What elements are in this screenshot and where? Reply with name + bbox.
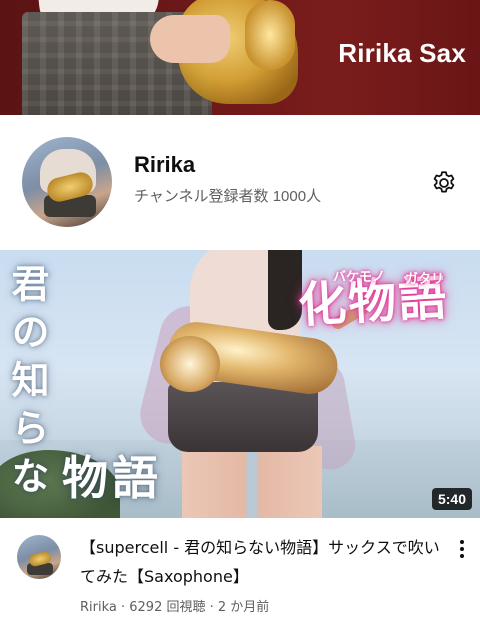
channel-name: Ririka — [134, 152, 196, 177]
channel-header: Ririka チャンネル登録者数 1000人 — [0, 115, 480, 250]
video-title[interactable]: 【supercell - 君の知らない物語】サックスで吹いてみた【Saxopho… — [80, 533, 440, 591]
thumbnail-vertical-title: 君の知らない — [5, 264, 50, 504]
video-subtitle: Ririka · 6292 回視聴 · 2 か月前 — [80, 600, 270, 615]
video-details: 【supercell - 君の知らない物語】サックスで吹いてみた【Saxopho… — [0, 518, 480, 637]
thumbnail-monogatari-text: 物語 — [62, 451, 162, 505]
video-channel-avatar[interactable] — [17, 535, 61, 579]
gear-icon[interactable] — [430, 169, 458, 197]
thumbnail-ruby-right: ガタリ — [405, 271, 445, 286]
banner-image-saxophone-keys — [245, 0, 295, 70]
channel-avatar[interactable] — [22, 137, 112, 227]
more-vert-icon[interactable] — [452, 536, 472, 562]
dot — [460, 554, 464, 558]
thumbnail-saxophone-bell — [160, 336, 220, 392]
thumbnail-ruby-left: バケモノ — [333, 269, 386, 284]
video-duration-badge: 5:40 — [431, 488, 472, 510]
banner-title: Ririka Sax — [338, 38, 466, 68]
dot — [460, 547, 464, 551]
banner-image-hand — [150, 15, 230, 63]
thumbnail-legs — [182, 446, 322, 518]
subscriber-count: チャンネル登録者数 1000人 — [134, 188, 322, 205]
channel-banner: Ririka Sax — [0, 0, 480, 115]
dot — [460, 540, 464, 544]
thumbnail-skirt — [168, 382, 318, 452]
video-thumbnail[interactable]: 君の知らない 物語 化物語 バケモノ ガタリ 5:40 — [0, 250, 480, 518]
